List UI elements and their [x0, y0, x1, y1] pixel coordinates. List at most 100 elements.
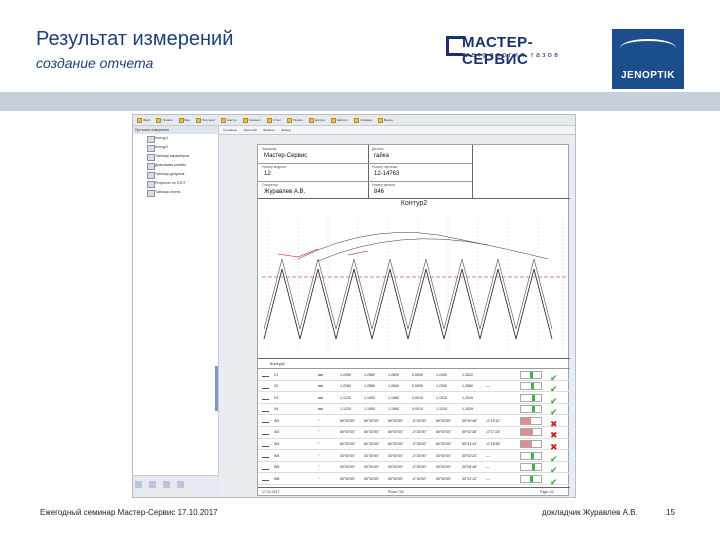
- toolbar-item[interactable]: Допуск: [307, 117, 327, 123]
- element-icon: [262, 372, 269, 377]
- toolbar-label: Файл: [143, 118, 151, 122]
- export-icon[interactable]: [162, 481, 170, 488]
- toolbar-icon: [221, 117, 227, 123]
- slide-footer-left: Ежегодный семинар Мастер-Сервис 17.10.20…: [40, 508, 218, 517]
- cell-name: W5: [274, 465, 280, 470]
- table-row[interactable]: X4 мм 1,1220 1,1500 1,1560 0,0010 1,1310 1,1529…: [258, 404, 570, 417]
- cell-v5: 1,1310: [436, 407, 447, 412]
- cell-v6: 30°01'12": [462, 476, 478, 481]
- tolerance-bar: [520, 440, 542, 449]
- toolbar-label: Отчет: [272, 118, 282, 122]
- tree-scrollbar[interactable]: [215, 366, 218, 411]
- page-footer-date: 17.10.2017: [262, 490, 280, 494]
- toolbar-item[interactable]: Элемент: [241, 117, 263, 123]
- drawing-label: Номер чертежа: [372, 165, 398, 169]
- tolerance-bar: [520, 393, 542, 402]
- table-row[interactable]: X1 мм 1,2260 1,2580 1,2600 0,0000 1,2300 1,2522…: [258, 369, 570, 383]
- tolerance-bar: [520, 474, 542, 483]
- toolbar-item[interactable]: Экспорт: [329, 117, 350, 123]
- report-tree-panel: Протокол измерения Контур1 Контур2 Таблица…: [133, 126, 219, 497]
- table-row[interactable]: W3 ° 60°00'00" 60°30'00" 60°00'00" -0°30'00" 6…: [258, 439, 570, 452]
- toolbar-label: Выход: [383, 118, 393, 122]
- cell-v3: 60°00'00": [388, 418, 404, 423]
- cell-v3: 60°00'00": [388, 442, 404, 447]
- element-icon: [262, 430, 269, 435]
- toolbar-item[interactable]: Отчет: [265, 117, 283, 123]
- cell-v5: 30°00'00": [436, 453, 452, 458]
- cell-v4: -0°30'00": [412, 418, 427, 423]
- toolbar-item[interactable]: Правка: [154, 117, 174, 123]
- cell-v4: 0,0010: [412, 407, 423, 412]
- toolbar-item[interactable]: Справка: [352, 117, 374, 123]
- table-row[interactable]: W6 ° 30°00'00" 30°30'00" 30°00'00" -0°30'00" 3…: [258, 473, 570, 487]
- tree-item[interactable]: Результат по ГОСТ: [133, 179, 218, 188]
- tree-item[interactable]: Таблица отчета: [133, 188, 218, 197]
- table-row[interactable]: W5 ° 30°00'00" 30°30'00" 30°00'00" -0°30'00" 3…: [258, 462, 570, 475]
- table-row[interactable]: X2 мм 1,2260 1,2580 1,2600 0,0000 1,2300 1,2560…: [258, 381, 570, 394]
- cell-unit: °: [318, 418, 320, 423]
- table-row[interactable]: W1 ° 60°00'00" 60°30'00" 60°00'00" -0°30'00" 6…: [258, 415, 570, 429]
- cell-v6: 59°41'24": [462, 442, 478, 447]
- cell-v1: 1,1220: [340, 407, 351, 412]
- tolerance-bar: [520, 416, 542, 425]
- toolbar-item[interactable]: Вид: [177, 117, 192, 123]
- cell-v1: 1,2260: [340, 384, 351, 389]
- part-number-label: Номер детали: [372, 183, 396, 187]
- tree-item[interactable]: Контур2: [133, 143, 218, 152]
- toolbar-item[interactable]: Контур: [219, 117, 239, 123]
- cell-name: W1: [274, 418, 280, 423]
- cell-v7: —: [486, 465, 490, 470]
- cell-v1: 1,2260: [340, 372, 351, 377]
- tree-item[interactable]: Таблица параметров: [133, 152, 218, 161]
- table-row[interactable]: W2 ° 60°00'00" 60°30'00" 60°00'00" -0°30'00" 6…: [258, 427, 570, 440]
- element-icon: [262, 384, 269, 389]
- tree-item[interactable]: Диаграмма резьбы: [133, 161, 218, 170]
- toolbar-icon: [195, 117, 201, 123]
- cell-v7: -0°17'24": [486, 430, 501, 435]
- element-icon: [262, 453, 269, 459]
- tree-item[interactable]: Таблица допусков: [133, 170, 218, 179]
- secondary-toolbar-item[interactable]: Страница: [221, 128, 239, 132]
- cell-v2: 1,2580: [364, 384, 375, 389]
- cell-v6: 1,1529: [462, 407, 473, 412]
- cell-v2: 30°30'00": [364, 453, 380, 458]
- cell-v2: 60°30'00": [364, 442, 380, 447]
- toolbar-item[interactable]: Печать: [285, 117, 305, 123]
- toolbar-item[interactable]: Файл: [135, 117, 152, 123]
- cell-v4: -0°30'00": [412, 453, 427, 458]
- toolbar-icon: [353, 117, 359, 123]
- secondary-toolbar-item[interactable]: Вывод: [280, 128, 293, 132]
- settings-icon[interactable]: [176, 481, 184, 488]
- cell-v3: 30°00'00": [388, 465, 404, 470]
- print-icon[interactable]: [148, 481, 156, 488]
- toolbar-icon: [330, 117, 336, 123]
- tree-item[interactable]: Контур1: [133, 134, 218, 143]
- table-row[interactable]: W4 ° 30°00'00" 30°30'00" 30°00'00" -0°30'00" 3…: [258, 450, 570, 464]
- cell-v4: 0,0010: [412, 395, 423, 400]
- view-icon[interactable]: [135, 481, 142, 488]
- cell-v6: 30°04'48": [462, 465, 478, 470]
- cell-v4: -0°30'00": [412, 465, 427, 470]
- cell-v7: -0°19'12": [486, 418, 501, 423]
- tolerance-fill: [530, 475, 534, 482]
- main-toolbar: Файл Правка Вид Протокол Контур Элемент Отчет П…: [133, 115, 575, 126]
- table-row[interactable]: X3 мм 1,1220 1,1500 1,1560 0,0010 1,1310 1,1519…: [258, 392, 570, 406]
- customer-label: Заказчик: [262, 147, 277, 151]
- secondary-toolbar-item[interactable]: Шаблон: [261, 128, 276, 132]
- cell-v4: -0°30'00": [412, 476, 427, 481]
- toolbar-item[interactable]: Протокол: [194, 117, 217, 123]
- cell-v2: 1,2580: [364, 372, 375, 377]
- cell-v3: 30°00'00": [388, 476, 404, 481]
- cell-name: W4: [274, 453, 280, 458]
- slide-footer-speaker: докладчик Журавлев А.В.: [542, 508, 638, 517]
- cell-v1: 60°00'00": [340, 442, 356, 447]
- report-app-window: Файл Правка Вид Протокол Контур Элемент Отчет П…: [132, 114, 576, 498]
- tree-footer-toolbar: [133, 475, 219, 497]
- toolbar-label: Справка: [359, 118, 372, 122]
- toolbar-item[interactable]: Выход: [376, 117, 395, 123]
- secondary-toolbar-item[interactable]: Масштаб: [242, 128, 259, 132]
- cell-v1: 30°00'00": [340, 476, 356, 481]
- cell-v1: 30°00'00": [340, 465, 356, 470]
- cell-unit: °: [318, 430, 320, 435]
- cell-v2: 30°30'00": [364, 476, 380, 481]
